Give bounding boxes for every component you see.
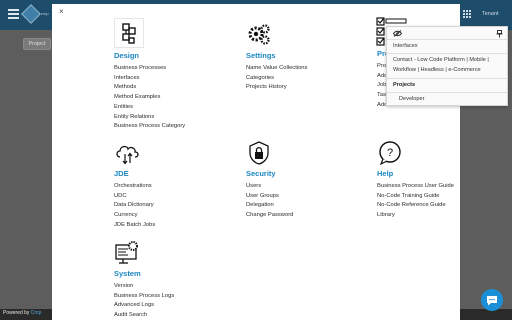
menu-link[interactable]: Advanced Logs [114,301,174,311]
apps-grid-icon[interactable] [463,10,471,18]
section-title-design[interactable]: Design [114,51,185,60]
powered-by-text: Powered by Cmp [3,310,41,316]
svg-text:?: ? [387,147,393,159]
menu-link[interactable]: Change Password [246,211,293,221]
menu-link[interactable]: Name Value Collections [246,64,307,74]
section-title-security[interactable]: Security [246,169,293,178]
section-title-help[interactable]: Help [377,169,454,178]
menu-link[interactable]: Business Process User Guide [377,182,454,192]
popup-projects-header: Projects [393,82,416,88]
menu-link[interactable]: Entity Relations [114,113,185,123]
divider [387,92,507,93]
eye-off-icon[interactable] [393,30,402,37]
menu-link[interactable]: Methods [114,83,185,93]
hamburger-menu-icon[interactable] [8,9,19,19]
section-jde: JDE Orchestrations UDC Data Dictionary C… [114,140,155,231]
divider [387,39,507,40]
section-system: System Version Business Process Logs Adv… [114,240,174,320]
menu-link[interactable]: Business Process Category [114,122,185,132]
menu-link[interactable]: Orchestrations [114,182,155,192]
pin-icon[interactable] [496,30,503,38]
section-design: Design Business Processes Interfaces Met… [114,18,185,132]
menu-link[interactable]: Method Examples [114,93,185,103]
menu-link[interactable]: UDC [114,192,155,202]
app-logo[interactable] [21,4,41,24]
section-security: Security Users User Groups Delegation Ch… [246,140,293,221]
section-title-system[interactable]: System [114,269,174,278]
menu-link[interactable]: Projects History [246,83,307,93]
menu-link[interactable]: Library [377,211,454,221]
menu-link[interactable]: Business Processes [114,64,185,74]
section-settings: Settings Name Value Collections Categori… [246,22,307,93]
divider [387,53,507,54]
menu-link[interactable]: Data Dictionary [114,201,155,211]
menu-link[interactable]: Audit Search [114,311,174,320]
close-icon[interactable]: × [59,8,64,16]
projects-button[interactable]: Project [23,38,51,50]
section-title-settings[interactable]: Settings [246,51,307,60]
menu-link[interactable]: Version [114,282,174,292]
menu-link[interactable]: Business Process Logs [114,292,174,302]
menu-link[interactable]: Entities [114,103,185,113]
powered-by-link[interactable]: Cmp [31,310,42,316]
popup-interfaces-item[interactable]: Interfaces [393,43,418,49]
chat-icon [487,296,497,306]
tenant-menu[interactable]: Tenant [482,11,499,17]
popup-contact-line-2[interactable]: Workflow | Headless | e-Commerce [393,67,481,73]
system-monitor-icon[interactable] [114,240,140,266]
gears-icon[interactable] [246,22,272,48]
powered-by-label: Powered by [3,310,31,316]
divider [387,78,507,79]
help-icon[interactable]: ? [377,140,403,166]
menu-link[interactable]: User Groups [246,192,293,202]
section-title-jde[interactable]: JDE [114,169,155,178]
menu-link[interactable]: No-Code Reference Guide [377,201,454,211]
cloud-sync-icon[interactable] [114,140,140,166]
menu-link[interactable]: JDE Batch Jobs [114,221,155,231]
menu-link[interactable]: Categories [246,74,307,84]
menu-link[interactable]: Currency [114,211,155,221]
section-help: ? Help Business Process User Guide No-Co… [377,140,454,221]
logo-text: cmp [41,11,49,16]
projects-popup: Interfaces Contact - Low Code Platform |… [386,26,508,106]
menu-link[interactable]: Interfaces [114,74,185,84]
menu-link[interactable]: Delegation [246,201,293,211]
page-background-left [0,30,50,320]
popup-contact-line-1[interactable]: Contact - Low Code Platform | Mobile | [393,57,489,63]
menu-link[interactable]: Users [246,182,293,192]
popup-developer-item[interactable]: Developer [399,96,425,102]
menu-link[interactable]: No-Code Training Guide [377,192,454,202]
design-icon[interactable] [114,18,144,48]
lock-shield-icon[interactable] [246,140,272,166]
chat-button[interactable] [481,289,503,311]
